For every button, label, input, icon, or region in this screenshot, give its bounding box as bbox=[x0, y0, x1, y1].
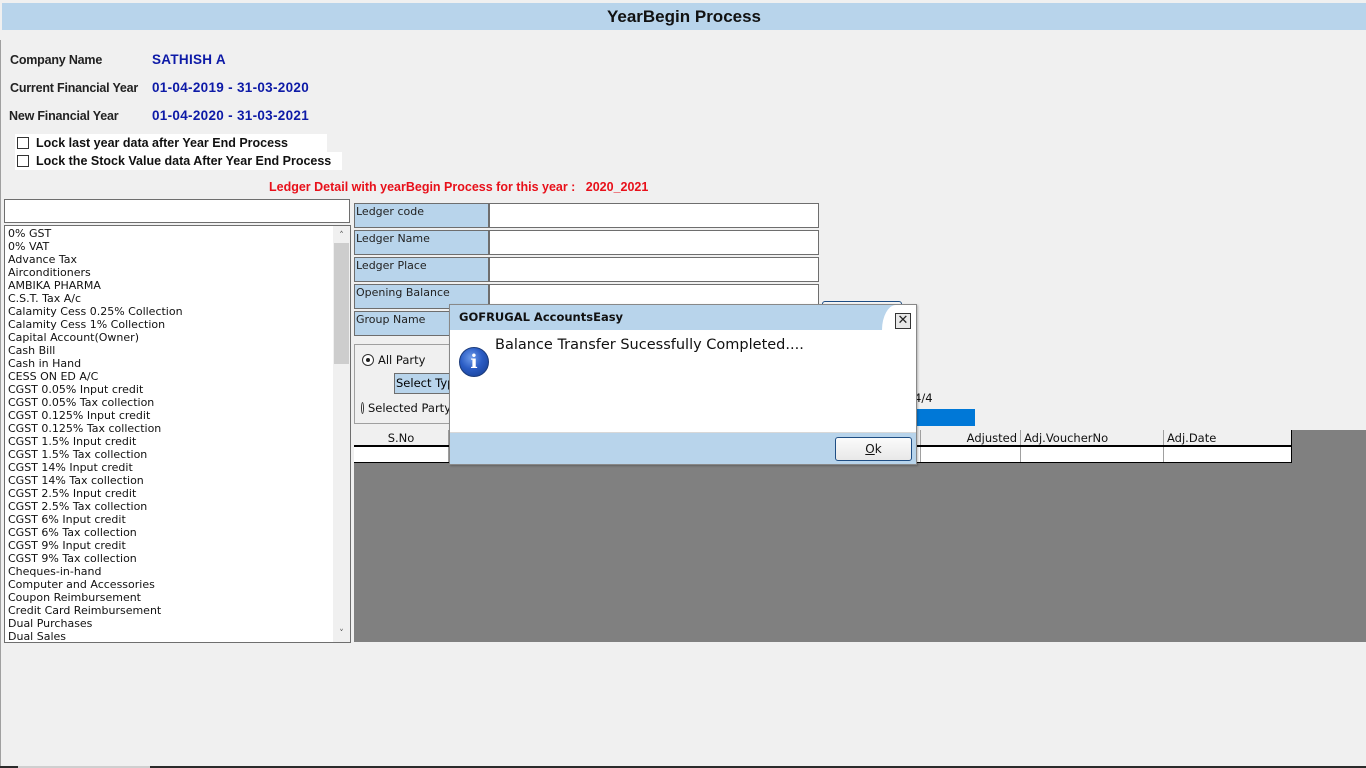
ledger-list-item[interactable]: Calamity Cess 1% Collection bbox=[8, 318, 332, 331]
window-title-bar: YearBegin Process bbox=[2, 3, 1366, 30]
ledger-list[interactable]: 0% GST 0% VAT Advance Tax Airconditioners AM… bbox=[4, 225, 351, 643]
message-dialog: GOFRUGAL AccountsEasy ✕ i Balance Transf… bbox=[449, 304, 917, 465]
selected-party-radio[interactable]: Selected Party bbox=[361, 401, 451, 415]
grid-cell[interactable] bbox=[354, 447, 449, 462]
ledger-list-item[interactable]: Calamity Cess 0.25% Collection bbox=[8, 305, 332, 318]
window-title: YearBegin Process bbox=[606, 6, 762, 26]
ledger-list-item[interactable]: CGST 6% Tax collection bbox=[8, 526, 332, 539]
ledger-list-item[interactable]: CGST 9% Input credit bbox=[8, 539, 332, 552]
ledger-list-item[interactable]: Dual Purchases bbox=[8, 617, 332, 630]
current-fy-value: 01-04-2019 - 31-03-2020 bbox=[152, 80, 310, 95]
ledger-list-item[interactable]: CGST 0.05% Tax collection bbox=[8, 396, 332, 409]
ledger-list-item[interactable]: Cheques-in-hand bbox=[8, 565, 332, 578]
ledger-list-item[interactable]: Airconditioners bbox=[8, 266, 332, 279]
selected-party-radio-icon[interactable] bbox=[361, 402, 364, 414]
col-header-adj-date[interactable]: Adj.Date bbox=[1164, 430, 1292, 445]
ledger-name-label: Ledger Name bbox=[354, 230, 489, 255]
progress-bar bbox=[914, 409, 975, 426]
info-icon: i bbox=[459, 347, 489, 377]
ledger-list-item[interactable]: CGST 2.5% Tax collection bbox=[8, 500, 332, 513]
ok-button[interactable]: Ok bbox=[835, 437, 912, 461]
ledger-list-item[interactable]: CESS ON ED A/C bbox=[8, 370, 332, 383]
grid-cell[interactable] bbox=[1021, 447, 1164, 462]
ledger-list-item[interactable]: C.S.T. Tax A/c bbox=[8, 292, 332, 305]
new-fy-label: New Financial Year bbox=[9, 109, 119, 123]
dialog-title: GOFRUGAL AccountsEasy bbox=[459, 310, 624, 324]
all-party-radio-icon[interactable] bbox=[362, 354, 374, 366]
ledger-list-item[interactable]: CGST 0.125% Input credit bbox=[8, 409, 332, 422]
scrollbar-thumb[interactable] bbox=[334, 243, 349, 364]
col-header-adj-voucherno[interactable]: Adj.VoucherNo bbox=[1021, 430, 1164, 445]
ledger-code-field[interactable] bbox=[489, 203, 819, 228]
all-party-radio[interactable]: All Party bbox=[362, 353, 425, 367]
ledger-list-item[interactable]: Computer and Accessories bbox=[8, 578, 332, 591]
lock-last-year-label: Lock last year data after Year End Proce… bbox=[36, 136, 288, 150]
lock-stock-value-label: Lock the Stock Value data After Year End… bbox=[36, 154, 332, 168]
company-name-label: Company Name bbox=[10, 53, 103, 67]
ledger-list-item[interactable]: CGST 0.05% Input credit bbox=[8, 383, 332, 396]
ledger-place-label: Ledger Place bbox=[354, 257, 489, 282]
scroll-up-icon[interactable]: ˄ bbox=[333, 228, 350, 244]
ledger-list-item[interactable]: Credit Card Reimbursement bbox=[8, 604, 332, 617]
ledger-list-item[interactable]: Cash Bill bbox=[8, 344, 332, 357]
ledger-list-item[interactable]: 0% GST bbox=[8, 227, 332, 240]
current-fy-label: Current Financial Year bbox=[10, 81, 139, 95]
lock-stock-value-option[interactable]: Lock the Stock Value data After Year End… bbox=[15, 152, 342, 170]
ledger-list-item[interactable]: CGST 14% Tax collection bbox=[8, 474, 332, 487]
ledger-list-scrollbar[interactable]: ˄ ˅ bbox=[333, 226, 350, 642]
company-name-value: SATHISH A bbox=[152, 52, 226, 67]
ledger-list-item[interactable]: Coupon Reimbursement bbox=[8, 591, 332, 604]
ledger-list-item[interactable]: 0% VAT bbox=[8, 240, 332, 253]
lock-stock-value-checkbox[interactable] bbox=[17, 155, 29, 167]
ledger-list-item[interactable]: CGST 6% Input credit bbox=[8, 513, 332, 526]
ledger-list-item[interactable]: CGST 1.5% Input credit bbox=[8, 435, 332, 448]
dialog-title-bar: GOFRUGAL AccountsEasy bbox=[450, 305, 916, 330]
ledger-list-item[interactable]: CGST 9% Tax collection bbox=[8, 552, 332, 565]
lock-last-year-option[interactable]: Lock last year data after Year End Proce… bbox=[15, 134, 327, 152]
ledger-list-item[interactable]: Capital Account(Owner) bbox=[8, 331, 332, 344]
ledger-detail-heading: Ledger Detail with yearBegin Process for… bbox=[269, 180, 649, 194]
selected-party-label: Selected Party bbox=[367, 401, 451, 415]
ledger-list-item[interactable]: Cash in Hand bbox=[8, 357, 332, 370]
ledger-list-item[interactable]: Dual Sales bbox=[8, 630, 332, 642]
scroll-down-icon[interactable]: ˅ bbox=[333, 626, 350, 642]
ledger-list-item[interactable]: CGST 1.5% Tax collection bbox=[8, 448, 332, 461]
ledger-list-item[interactable]: CGST 2.5% Input credit bbox=[8, 487, 332, 500]
ledger-name-field[interactable] bbox=[489, 230, 819, 255]
ledger-list-item[interactable]: CGST 14% Input credit bbox=[8, 461, 332, 474]
grid-cell[interactable] bbox=[921, 447, 1021, 462]
col-header-sno[interactable]: S.No bbox=[354, 430, 449, 445]
dialog-message: Balance Transfer Sucessfully Completed..… bbox=[495, 337, 804, 353]
lock-last-year-checkbox[interactable] bbox=[17, 137, 29, 149]
new-fy-value: 01-04-2020 - 31-03-2021 bbox=[152, 108, 310, 123]
grid-cell[interactable] bbox=[1164, 447, 1292, 462]
ledger-code-label: Ledger code bbox=[354, 203, 489, 228]
ledger-list-item[interactable]: Advance Tax bbox=[8, 253, 332, 266]
ledger-search-input[interactable] bbox=[4, 199, 350, 223]
close-icon[interactable]: ✕ bbox=[895, 313, 911, 329]
left-border bbox=[0, 40, 1, 768]
all-party-label: All Party bbox=[378, 353, 426, 367]
ledger-list-item[interactable]: CGST 0.125% Tax collection bbox=[8, 422, 332, 435]
ledger-list-item[interactable]: AMBIKA PHARMA bbox=[8, 279, 332, 292]
ledger-place-field[interactable] bbox=[489, 257, 819, 282]
dialog-footer: Ok bbox=[450, 432, 916, 464]
ledger-items: 0% GST 0% VAT Advance Tax Airconditioners AM… bbox=[8, 227, 332, 642]
col-header-adjusted[interactable]: Adjusted bbox=[921, 430, 1021, 445]
